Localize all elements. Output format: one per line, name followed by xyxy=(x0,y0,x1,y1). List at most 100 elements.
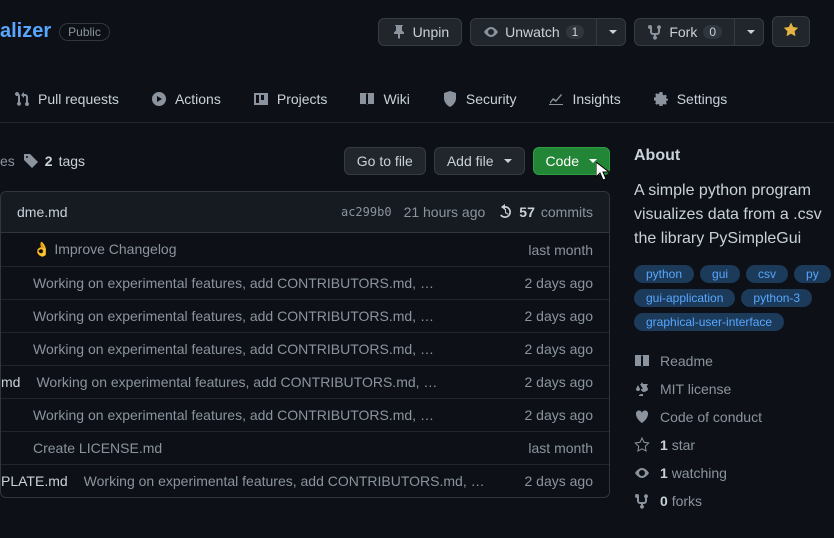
unpin-label: Unpin xyxy=(413,24,450,40)
readme-link[interactable]: Readme xyxy=(634,347,834,375)
stars-label: star xyxy=(672,437,695,453)
readme-icon xyxy=(634,353,650,369)
commit-message[interactable]: Working on experimental features, add CO… xyxy=(33,407,509,423)
book-icon xyxy=(359,91,375,107)
fork-button[interactable]: Fork 0 xyxy=(634,18,735,46)
go-to-file-button[interactable]: Go to file xyxy=(344,147,426,175)
stars-count: 1 xyxy=(660,437,668,453)
readme-label: Readme xyxy=(660,353,713,369)
file-name: md xyxy=(1,374,20,390)
commit-time: 2 days ago xyxy=(525,308,594,324)
commit-message[interactable]: Working on experimental features, add CO… xyxy=(36,374,508,390)
star-outline-icon xyxy=(634,437,650,453)
topic-tag[interactable]: graphical-user-interface xyxy=(634,313,784,331)
file-row[interactable]: Working on experimental features, add CO… xyxy=(1,267,609,300)
file-row[interactable]: PLATE.md Working on experimental features… xyxy=(1,465,609,497)
file-row[interactable]: md Working on experimental features, add … xyxy=(1,366,609,399)
commit-relative-time: 21 hours ago xyxy=(404,204,486,220)
file-row[interactable]: Working on experimental features, add CO… xyxy=(1,399,609,432)
fork-icon xyxy=(647,24,663,40)
about-description: A simple python program visualizes data … xyxy=(634,179,834,251)
commit-message[interactable]: Working on experimental features, add CO… xyxy=(33,308,509,324)
tab-security[interactable]: Security xyxy=(428,83,531,115)
forks-link[interactable]: 0 forks xyxy=(634,487,834,515)
tab-insights[interactable]: Insights xyxy=(534,83,634,115)
watch-count: 1 xyxy=(566,25,585,39)
commit-time: 2 days ago xyxy=(525,275,594,291)
commit-message[interactable]: Create LICENSE.md xyxy=(33,440,512,456)
topics-list: python guicsvpy gui-application python-3 gra… xyxy=(634,265,834,331)
topic-tag[interactable]: py xyxy=(794,265,831,283)
commit-message[interactable]: Working on experimental features, add CO… xyxy=(84,473,509,489)
tags-count: 2 xyxy=(45,153,53,169)
pin-icon xyxy=(391,24,407,40)
eye-icon xyxy=(634,465,650,481)
tab-settings[interactable]: Settings xyxy=(639,83,742,115)
tab-label: Wiki xyxy=(383,91,409,107)
topic-tag[interactable]: python-3 xyxy=(741,289,812,307)
fork-menu-button[interactable] xyxy=(735,18,764,46)
file-name: PLATE.md xyxy=(1,473,68,489)
repo-name-link[interactable]: alizer xyxy=(0,20,51,43)
file-row[interactable]: Working on experimental features, add CO… xyxy=(1,333,609,366)
add-file-label: Add file xyxy=(447,153,494,169)
code-button[interactable]: Code xyxy=(533,147,610,175)
fork-button-group: Fork 0 xyxy=(634,18,764,46)
fork-count: 0 xyxy=(703,25,722,39)
coc-label: Code of conduct xyxy=(660,409,762,425)
file-row[interactable]: 👌 Improve Changelog last month xyxy=(1,233,609,267)
law-icon xyxy=(634,381,650,397)
commit-time: last month xyxy=(528,440,593,456)
watch-menu-button[interactable] xyxy=(597,18,626,46)
tags-link[interactable]: 2 tags xyxy=(23,153,85,169)
commits-label: commits xyxy=(541,204,593,220)
stars-link[interactable]: 1 star xyxy=(634,431,834,459)
fork-label: Fork xyxy=(669,24,697,40)
tab-label: Security xyxy=(466,91,517,107)
graph-icon xyxy=(548,91,564,107)
commit-message[interactable]: 👌 Improve Changelog xyxy=(33,241,512,258)
forks-count: 0 xyxy=(660,493,668,509)
about-heading: About xyxy=(634,147,834,165)
topic-tag[interactable]: gui xyxy=(700,265,740,283)
commit-sha[interactable]: ac299b0 xyxy=(341,205,392,219)
commit-message[interactable]: Working on experimental features, add CO… xyxy=(33,275,509,291)
visibility-badge: Public xyxy=(59,23,110,41)
unwatch-button[interactable]: Unwatch 1 xyxy=(470,18,597,46)
tag-icon xyxy=(23,153,39,169)
commit-time: 2 days ago xyxy=(525,473,594,489)
tab-projects[interactable]: Projects xyxy=(239,83,342,115)
unwatch-label: Unwatch xyxy=(505,24,559,40)
watching-link[interactable]: 1 watching xyxy=(634,459,834,487)
file-row[interactable]: Create LICENSE.md last month xyxy=(1,432,609,465)
topic-tag[interactable]: csv xyxy=(746,265,788,283)
commit-time: 2 days ago xyxy=(525,407,594,423)
repo-tabs: Pull requests Actions Projects Wiki Secu… xyxy=(0,75,834,123)
add-file-button[interactable]: Add file xyxy=(434,147,525,175)
commits-count: 57 xyxy=(519,204,535,220)
star-button[interactable] xyxy=(772,16,810,47)
coc-link[interactable]: Code of conduct xyxy=(634,403,834,431)
commit-time: last month xyxy=(528,242,593,258)
tab-wiki[interactable]: Wiki xyxy=(345,83,423,115)
chevron-down-icon xyxy=(504,159,512,163)
tab-pull-requests[interactable]: Pull requests xyxy=(0,83,133,115)
unpin-button[interactable]: Unpin xyxy=(378,18,463,46)
tab-label: Settings xyxy=(677,91,728,107)
tab-actions[interactable]: Actions xyxy=(137,83,235,115)
chevron-down-icon xyxy=(609,30,617,34)
tab-label: Actions xyxy=(175,91,221,107)
history-icon xyxy=(497,204,513,220)
commits-link[interactable]: 57 commits xyxy=(497,204,593,220)
commit-time: 2 days ago xyxy=(525,341,594,357)
file-navigation-bar: es 2 tags Go to file Add file Code xyxy=(0,147,610,175)
pull-request-icon xyxy=(14,91,30,107)
code-label: Code xyxy=(546,153,579,169)
topic-tag[interactable]: python xyxy=(634,265,694,283)
license-link[interactable]: MIT license xyxy=(634,375,834,403)
watching-count: 1 xyxy=(660,465,668,481)
file-row[interactable]: Working on experimental features, add CO… xyxy=(1,300,609,333)
commit-message[interactable]: Working on experimental features, add CO… xyxy=(33,341,509,357)
commit-time: 2 days ago xyxy=(525,374,594,390)
topic-tag[interactable]: gui-application xyxy=(634,289,735,307)
